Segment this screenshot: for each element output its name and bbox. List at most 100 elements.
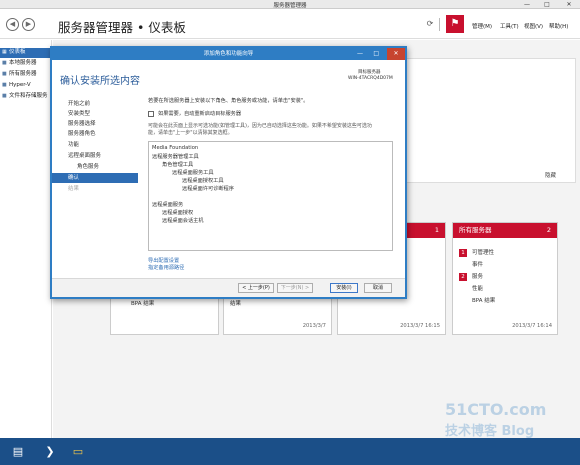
export-settings-link[interactable]: 导出配置设置 (148, 257, 179, 264)
tile-row-label: 可管理性 (472, 250, 495, 256)
wizard-step-server-selection[interactable]: 服务器选择 (52, 119, 138, 129)
window-title: 服务器管理器 (273, 3, 307, 9)
previous-button[interactable]: < 上一步(P) (238, 283, 274, 293)
arrow-left-icon: ◀ (9, 20, 16, 28)
feature-item: 角色管理工具 (162, 162, 194, 168)
restart-checkbox[interactable] (148, 111, 154, 117)
wizard-step-confirmation[interactable]: 确认 (52, 173, 138, 183)
tile-row-performance[interactable]: 性能 (459, 284, 483, 292)
intro-text: 若要在所选服务器上安装以下角色、角色服务或功能，请单击"安装"。 (148, 98, 309, 104)
sidebar-item-label: Hyper-V (9, 82, 31, 88)
restart-checkbox-label[interactable]: 如果需要，自动重新启动目标服务器 (158, 110, 241, 117)
menu-help[interactable]: 帮助(H) (549, 22, 568, 30)
dialog-heading: 确认安装所选内容 (60, 76, 140, 87)
feature-item: 远程桌面授权工具 (182, 178, 224, 184)
feature-item: 远程服务器管理工具 (152, 154, 199, 160)
minimize-button[interactable]: — (518, 0, 536, 9)
sidebar-item-label: 文件和存储服务 (9, 93, 48, 99)
feature-item: 远程桌面服务 (152, 202, 184, 208)
powershell-taskbar-icon[interactable]: ❯ (40, 442, 60, 461)
sidebar-item-label: 所有服务器 (9, 71, 37, 77)
dialog-title: 添加角色和功能向导 (203, 51, 254, 57)
window-titlebar: 服务器管理器 — □ ✕ (0, 0, 580, 9)
info-text-line2: 能，请单击"上一步"以清除其复选框。 (148, 130, 233, 136)
tile-count: 2 (546, 226, 551, 234)
tile-timestamp: 2013/3/7 16:14 (512, 323, 552, 329)
maximize-button[interactable]: □ (538, 0, 556, 9)
header-divider (439, 18, 440, 31)
hide-welcome-link[interactable]: 隐藏 (545, 171, 556, 179)
tile-title: 所有服务器 (459, 226, 492, 234)
menu-view[interactable]: 视图(V) (524, 22, 543, 30)
wizard-step-role-services[interactable]: 角色服务 (52, 162, 138, 172)
alternate-source-link[interactable]: 指定备用源路径 (148, 264, 184, 271)
sidebar-item-label: 本地服务器 (9, 60, 37, 66)
target-server-label: 目标服务器 (358, 70, 381, 75)
wizard-step-rds[interactable]: 远程桌面服务 (52, 151, 138, 161)
tile-header[interactable]: 所有服务器 2 (453, 223, 557, 238)
dashboard-icon: ▦ (2, 49, 7, 55)
notifications-flag-icon[interactable]: ⚑ (446, 15, 464, 33)
add-roles-wizard-dialog: 添加角色和功能向导 — □ ✕ 确认安装所选内容 目标服务器 WIN-4TACR… (50, 46, 407, 299)
dialog-minimize-button[interactable]: — (357, 48, 363, 60)
sidebar-item-hyperv[interactable]: ■ Hyper-V (0, 81, 52, 91)
sidebar: ▦ 仪表板 ■ 本地服务器 ■ 所有服务器 ■ Hyper-V ■ 文件和存储服… (0, 40, 52, 438)
tile-row-manageability[interactable]: 1 可管理性 (459, 248, 494, 257)
arrow-right-icon: ▶ (25, 20, 32, 28)
alert-badge: 2 (459, 273, 467, 281)
dialog-close-button[interactable]: ✕ (387, 48, 405, 60)
feature-item: 远程桌面授权 (162, 210, 194, 216)
server-manager-taskbar-icon[interactable]: ▤ (8, 442, 28, 461)
app-header: ◀ ▶ 服务器管理器 • 仪表板 ⟳ ⚑ 管理(M) 工具(T) 视图(V) 帮… (0, 9, 580, 39)
wizard-step-server-roles[interactable]: 服务器角色 (52, 129, 138, 139)
feature-item: 远程桌面会话主机 (162, 218, 204, 224)
tile-row-label: 事件 (472, 262, 484, 268)
wizard-step-installation-type[interactable]: 安装类型 (52, 109, 138, 119)
dialog-footer: < 上一步(P) 下一步(N) > 安装(I) 取消 (52, 278, 405, 297)
sidebar-item-local-server[interactable]: ■ 本地服务器 (0, 59, 52, 69)
menu-manage[interactable]: 管理(M) (472, 22, 492, 30)
selected-features-list: Media Foundation 远程服务器管理工具 角色管理工具 远程桌面服务… (148, 141, 393, 251)
all-servers-tile[interactable]: 所有服务器 2 1 可管理性 事件 2 服务 性能 BPA 结果 2013/3/7 … (452, 222, 558, 335)
server-icon: ■ (2, 60, 7, 66)
storage-icon: ■ (2, 93, 7, 99)
tile-row-services[interactable]: 2 服务 (459, 272, 483, 281)
watermark-subtitle: 技术博客 Blog (445, 424, 535, 439)
close-button[interactable]: ✕ (560, 0, 578, 9)
tile-row[interactable]: BPA 结果 (131, 299, 154, 307)
sidebar-item-file-storage[interactable]: ■ 文件和存储服务 (0, 92, 52, 102)
tile-timestamp: 2013/3/7 16:15 (400, 323, 440, 329)
tile-count: 1 (434, 226, 439, 234)
dialog-maximize-button[interactable]: □ (373, 48, 379, 60)
wizard-step-features[interactable]: 功能 (52, 140, 138, 150)
dialog-titlebar: 添加角色和功能向导 — □ ✕ (52, 48, 405, 60)
sidebar-item-dashboard[interactable]: ▦ 仪表板 (0, 48, 52, 58)
tile-timestamp: 2013/3/7 (302, 323, 326, 329)
taskbar: ▤ ❯ ▭ (0, 438, 580, 465)
sidebar-item-label: 仪表板 (9, 49, 26, 55)
watermark: 51CTO.com (445, 400, 547, 419)
breadcrumb: 服务器管理器 • 仪表板 (58, 20, 186, 35)
feature-item: 远程桌面许可诊断程序 (182, 186, 234, 192)
menu-tools[interactable]: 工具(T) (500, 22, 519, 30)
next-button: 下一步(N) > (277, 283, 313, 293)
forward-button[interactable]: ▶ (22, 18, 35, 31)
target-server-value: WIN-4TACRQ4D07M (348, 76, 393, 81)
back-button[interactable]: ◀ (6, 18, 19, 31)
tile-row-bpa[interactable]: BPA 结果 (459, 296, 495, 304)
wizard-step-results: 结果 (68, 186, 80, 192)
hyperv-icon: ■ (2, 82, 7, 88)
cancel-button[interactable]: 取消 (364, 283, 392, 293)
feature-item: 远程桌面服务工具 (172, 170, 214, 176)
tile-row-label: 服务 (472, 274, 484, 280)
sidebar-item-all-servers[interactable]: ■ 所有服务器 (0, 70, 52, 80)
wizard-step-before-you-begin[interactable]: 开始之前 (52, 99, 138, 109)
alert-badge: 1 (459, 249, 467, 257)
install-button[interactable]: 安装(I) (330, 283, 358, 293)
tile-row-label: BPA 结果 (472, 298, 496, 304)
tile-row[interactable]: 结果 (230, 299, 241, 307)
feature-item: Media Foundation (152, 145, 199, 151)
file-explorer-taskbar-icon[interactable]: ▭ (68, 442, 88, 461)
refresh-icon[interactable]: ⟳ (423, 17, 437, 31)
tile-row-events[interactable]: 事件 (459, 260, 483, 268)
